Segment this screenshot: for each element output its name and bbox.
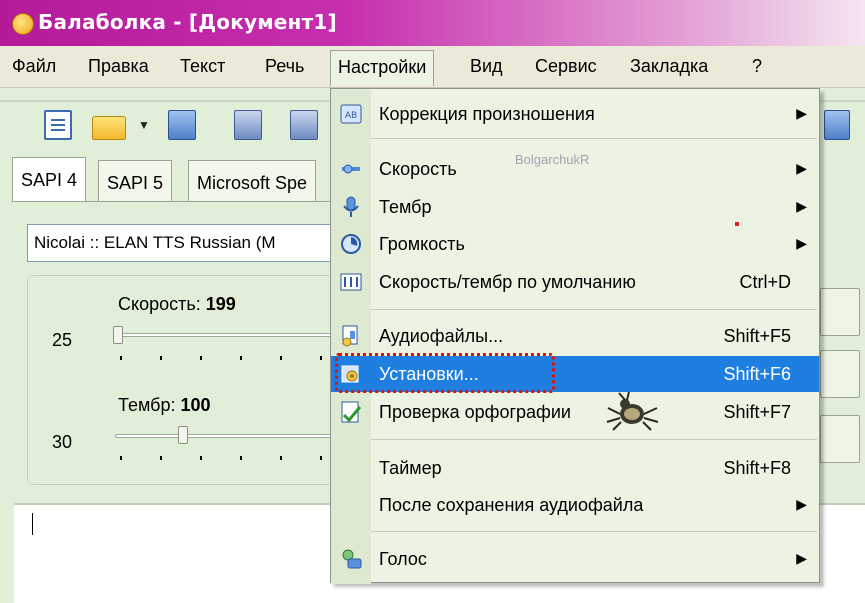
menu-separator xyxy=(371,138,817,139)
menu-item-default-speed-pitch[interactable]: Скорость/тембр по умолчанию Ctrl+D xyxy=(331,264,819,300)
pitch-label: Тембр: 100 xyxy=(118,395,211,416)
spellcheck-icon xyxy=(341,401,362,423)
menu-file[interactable]: Файл xyxy=(12,56,56,77)
menu-separator xyxy=(371,309,817,310)
tab-sapi5[interactable]: SAPI 5 xyxy=(98,160,173,202)
voice-icon xyxy=(342,549,362,569)
microphone-icon xyxy=(343,196,359,217)
menu-help[interactable]: ? xyxy=(752,56,762,77)
annotation-highlight-box xyxy=(335,353,555,393)
menu-item-label: После сохранения аудиофайла xyxy=(379,495,644,515)
pitch-slider-track[interactable] xyxy=(115,434,335,438)
audio-files-icon xyxy=(342,325,358,347)
open-folder-icon[interactable] xyxy=(92,116,126,140)
menu-item-shortcut: Shift+F7 xyxy=(723,402,791,422)
menu-settings[interactable]: Настройки xyxy=(330,50,435,86)
menu-item-spellcheck[interactable]: Проверка орфографии Shift+F7 xyxy=(331,394,819,430)
title-bar: Балаболка - [Документ1] xyxy=(0,0,865,46)
speed-min: 25 xyxy=(52,330,73,350)
new-document-icon[interactable] xyxy=(44,110,72,140)
menu-item-label: Голос xyxy=(379,549,427,569)
watermark: BolgarchukR xyxy=(515,152,590,167)
sliders-icon xyxy=(340,273,362,291)
menu-item-volume[interactable]: Громкость ▶ xyxy=(331,226,819,262)
speed-slider-thumb[interactable] xyxy=(113,326,123,344)
menu-item-label: Скорость xyxy=(379,159,457,179)
menu-view[interactable]: Вид xyxy=(470,56,503,77)
menu-item-shortcut: Shift+F5 xyxy=(723,326,791,346)
menu-item-timer[interactable]: Таймер Shift+F8 xyxy=(331,450,819,486)
submenu-arrow-icon: ▶ xyxy=(796,160,807,176)
pitch-value: 100 xyxy=(180,395,211,415)
open-dropdown-arrow-icon[interactable]: ▼ xyxy=(138,118,150,132)
menu-item-label: Аудиофайлы... xyxy=(379,326,504,346)
menu-item-label: Коррекция произношения xyxy=(379,104,595,124)
tab-underline xyxy=(12,201,342,202)
speed-label-text: Скорость: xyxy=(118,294,201,314)
pitch-slider-thumb[interactable] xyxy=(178,426,188,444)
menu-edit[interactable]: Правка xyxy=(88,56,149,77)
speed-slider-ticks xyxy=(120,356,330,360)
right-panel-button-2[interactable] xyxy=(820,350,860,398)
speed-value: 199 xyxy=(205,294,236,314)
menu-separator xyxy=(371,439,817,440)
audio-export-icon[interactable] xyxy=(234,110,262,140)
bug-cursor-icon xyxy=(606,392,659,431)
red-dot xyxy=(735,222,739,226)
svg-text:AB: AB xyxy=(345,111,357,121)
menu-item-after-save[interactable]: После сохранения аудиофайла ▶ xyxy=(331,487,819,523)
menu-item-voice[interactable]: Голос ▶ xyxy=(331,541,819,577)
speed-slider-track[interactable] xyxy=(115,333,335,337)
tab-microsoft-speech[interactable]: Microsoft Spe xyxy=(188,160,317,202)
submenu-arrow-icon: ▶ xyxy=(796,235,807,251)
menu-item-shortcut: Ctrl+D xyxy=(739,272,791,292)
app-logo-icon xyxy=(12,13,34,35)
pitch-label-text: Тембр: xyxy=(118,395,176,415)
text-caret xyxy=(32,513,33,535)
toolbar-extra-icon[interactable] xyxy=(824,110,850,140)
menu-service[interactable]: Сервис xyxy=(535,56,597,77)
pitch-min: 30 xyxy=(52,432,73,452)
menu-bookmark[interactable]: Закладка xyxy=(630,56,708,77)
save-icon[interactable] xyxy=(168,110,196,140)
menu-item-pitch[interactable]: Тембр ▶ xyxy=(331,189,819,225)
submenu-arrow-icon: ▶ xyxy=(796,198,807,214)
right-panel-button-1[interactable] xyxy=(820,288,860,336)
tab-sapi4[interactable]: SAPI 4 xyxy=(12,157,87,202)
menu-item-label: Скорость/тембр по умолчанию xyxy=(379,272,636,292)
menu-item-pronunciation[interactable]: AB Коррекция произношения ▶ xyxy=(331,96,819,132)
menu-item-shortcut: Shift+F6 xyxy=(723,364,791,384)
menu-item-label: Тембр xyxy=(379,197,432,217)
speed-icon xyxy=(342,164,360,174)
menu-separator xyxy=(371,531,817,532)
menu-item-label: Громкость xyxy=(379,234,465,254)
window-title: Балаболка - [Документ1] xyxy=(38,10,337,34)
submenu-arrow-icon: ▶ xyxy=(796,496,807,512)
right-panel-button-3[interactable] xyxy=(820,415,860,463)
menu-item-shortcut: Shift+F8 xyxy=(723,458,791,478)
menu-text[interactable]: Текст xyxy=(180,56,225,77)
audio-clip-icon[interactable] xyxy=(290,110,318,140)
submenu-arrow-icon: ▶ xyxy=(796,105,807,121)
voice-select[interactable]: Nicolai :: ELAN TTS Russian (M xyxy=(27,224,337,262)
menu-speech[interactable]: Речь xyxy=(265,56,304,77)
menu-item-audio-files[interactable]: Аудиофайлы... Shift+F5 xyxy=(331,318,819,354)
speed-label: Скорость: 199 xyxy=(118,294,236,315)
pitch-slider-ticks xyxy=(120,456,330,460)
pronunciation-icon: AB xyxy=(340,104,362,124)
menu-item-label: Проверка орфографии xyxy=(379,402,571,422)
menu-bar: Файл Правка Текст Речь Настройки Вид Сер… xyxy=(0,46,865,88)
volume-icon xyxy=(341,234,361,254)
menu-item-label: Таймер xyxy=(379,458,442,478)
submenu-arrow-icon: ▶ xyxy=(796,550,807,566)
